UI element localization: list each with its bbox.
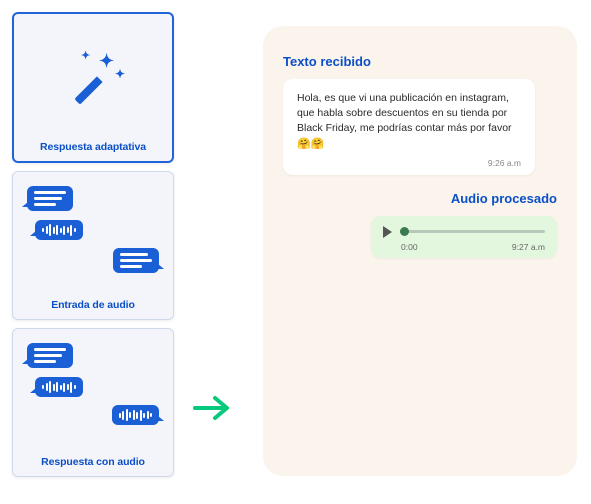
card-illustration: ✦ ✦ ✦ <box>22 24 164 134</box>
received-section-title: Texto recibido <box>283 54 557 69</box>
chat-audio-bubble-icon <box>35 377 83 397</box>
options-column: ✦ ✦ ✦ Respuesta adaptativa Entrada de <box>12 12 174 477</box>
play-button-icon[interactable] <box>383 226 392 238</box>
chat-text-bubble-icon <box>27 186 73 211</box>
emoji-hug-icon: 🤗🤗 <box>297 138 324 150</box>
card-label: Respuesta adaptativa <box>22 134 164 157</box>
outgoing-audio-message: 0:00 9:27 a.m <box>371 216 557 258</box>
chat-text-bubble-icon <box>113 248 159 273</box>
chat-audio-bubble-icon <box>35 220 83 240</box>
chat-audio-bubble-icon <box>112 405 160 425</box>
incoming-message: Hola, es que vi una publicación en insta… <box>283 79 535 175</box>
arrow-right-icon <box>193 393 233 428</box>
card-adaptive-response[interactable]: ✦ ✦ ✦ Respuesta adaptativa <box>12 12 174 163</box>
audio-progress-track[interactable] <box>400 230 545 233</box>
sparkle-icon: ✦ <box>115 67 125 81</box>
chat-text-bubble-icon <box>27 343 73 368</box>
card-audio-response[interactable]: Respuesta con audio <box>12 328 174 477</box>
card-illustration <box>21 339 165 449</box>
card-label: Entrada de audio <box>21 292 165 315</box>
card-illustration <box>21 182 165 292</box>
chat-preview-panel: Texto recibido Hola, es que vi una publi… <box>263 26 577 476</box>
audio-time-label: 9:27 a.m <box>512 242 545 252</box>
magic-wand-icon <box>74 69 109 104</box>
card-label: Respuesta con audio <box>21 449 165 472</box>
audio-position-label: 0:00 <box>401 242 418 252</box>
incoming-message-time: 9:26 a.m <box>297 157 521 169</box>
incoming-message-text: Hola, es que vi una publicación en insta… <box>297 92 512 134</box>
processed-section-title: Audio procesado <box>283 191 557 206</box>
sparkle-icon: ✦ <box>81 49 90 62</box>
card-audio-input[interactable]: Entrada de audio <box>12 171 174 320</box>
